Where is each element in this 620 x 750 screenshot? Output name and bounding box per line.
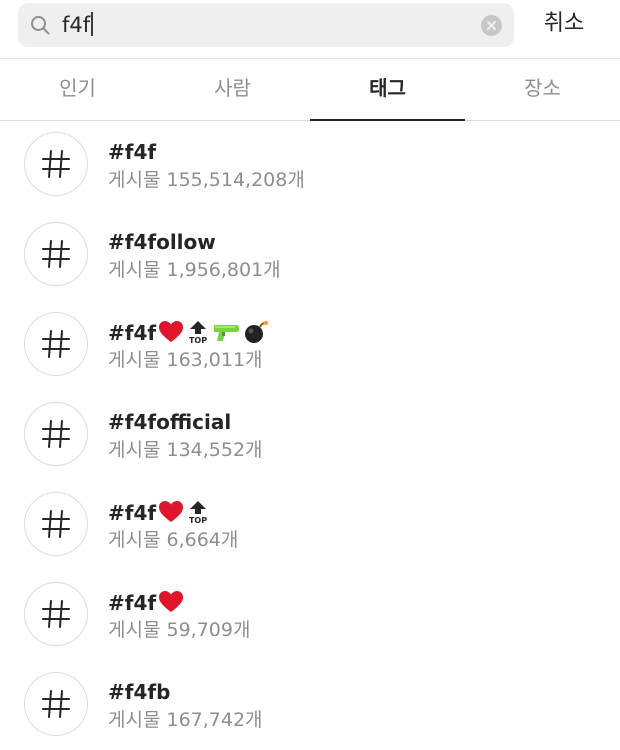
tag-result-row[interactable]: #f4fb 게시물 167,742개 — [0, 660, 620, 750]
search-bar[interactable]: f4f — [18, 3, 514, 47]
post-count: 게시물 59,709개 — [108, 619, 251, 641]
clear-search-icon[interactable] — [481, 15, 502, 36]
tag-name: #f4follow — [108, 230, 216, 254]
search-icon — [31, 16, 50, 35]
hashtag-icon — [42, 150, 70, 178]
tag-result-row[interactable]: #f4f TOP 게시물 163,011개 — [0, 300, 620, 390]
tag-result-row[interactable]: #f4fofficial 게시물 134,552개 — [0, 390, 620, 480]
tag-name: #f4f — [108, 321, 157, 345]
hashtag-icon — [42, 600, 70, 628]
hashtag-avatar — [24, 402, 88, 466]
search-query-text: f4f — [62, 13, 91, 37]
search-input[interactable]: f4f — [62, 12, 94, 38]
heart-emoji — [159, 321, 184, 342]
heart-emoji — [159, 501, 184, 522]
tag-result-row[interactable]: #f4f 게시물 59,709개 — [0, 570, 620, 660]
hashtag-avatar — [24, 492, 88, 556]
search-header: f4f 취소 — [0, 0, 620, 58]
post-count: 게시물 167,742개 — [108, 709, 263, 731]
post-count: 게시물 6,664개 — [108, 529, 239, 551]
search-tabs: 인기 사람 태그 장소 — [0, 58, 620, 121]
tab-places[interactable]: 장소 — [465, 59, 620, 120]
post-count: 게시물 134,552개 — [108, 439, 263, 461]
tab-accounts[interactable]: 사람 — [155, 59, 310, 120]
heart-emoji — [159, 591, 184, 612]
tag-name-with-emojis: #f4f TOP — [108, 500, 209, 525]
svg-text:TOP: TOP — [189, 516, 207, 524]
hashtag-icon — [42, 330, 70, 358]
tag-name: #f4f — [108, 501, 157, 525]
hashtag-icon — [42, 420, 70, 448]
tag-name-with-emojis: #f4f TOP — [108, 320, 269, 345]
top-arrow-emoji: TOP — [189, 321, 207, 344]
tag-name: #f4f — [108, 140, 157, 164]
hashtag-avatar — [24, 222, 88, 286]
svg-text:TOP: TOP — [189, 336, 207, 344]
hashtag-avatar — [24, 672, 88, 736]
tag-result-row[interactable]: #f4f 게시물 155,514,208개 — [0, 120, 620, 210]
post-count: 게시물 155,514,208개 — [108, 169, 305, 191]
top-arrow-emoji: TOP — [189, 501, 207, 524]
bomb-emoji — [245, 320, 269, 343]
tab-top[interactable]: 인기 — [0, 59, 155, 120]
hashtag-avatar — [24, 582, 88, 646]
hashtag-avatar — [24, 132, 88, 196]
hashtag-avatar — [24, 312, 88, 376]
hashtag-icon — [42, 690, 70, 718]
post-count: 게시물 163,011개 — [108, 349, 263, 371]
tag-name: #f4f — [108, 591, 157, 615]
tab-tags[interactable]: 태그 — [310, 59, 465, 121]
tag-name: #f4fofficial — [108, 410, 232, 434]
cancel-button[interactable]: 취소 — [536, 10, 592, 38]
hashtag-icon — [42, 240, 70, 268]
tag-name-with-emojis: #f4f — [108, 590, 184, 615]
tag-name: #f4fb — [108, 680, 171, 704]
water-gun-emoji — [214, 325, 240, 341]
text-cursor — [91, 12, 94, 36]
post-count: 게시물 1,956,801개 — [108, 259, 281, 281]
tag-result-row[interactable]: #f4f TOP 게시물 6,664개 — [0, 480, 620, 570]
hashtag-icon — [42, 510, 70, 538]
tag-result-row[interactable]: #f4follow 게시물 1,956,801개 — [0, 210, 620, 300]
